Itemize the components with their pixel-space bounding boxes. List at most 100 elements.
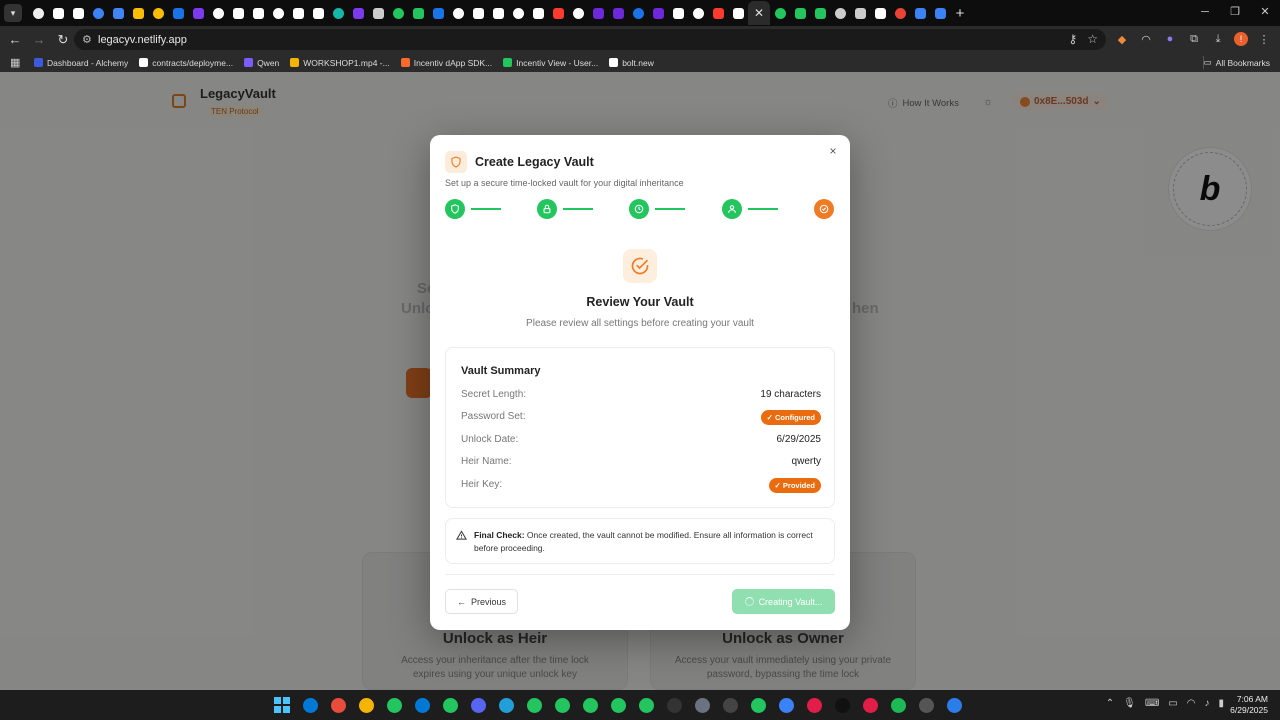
tray-chevron-up-icon[interactable]: ⌃ bbox=[1106, 698, 1114, 709]
browser-tab[interactable] bbox=[368, 1, 388, 25]
browser-tab[interactable] bbox=[88, 1, 108, 25]
browser-tab[interactable] bbox=[468, 1, 488, 25]
previous-button[interactable]: ← Previous bbox=[445, 589, 518, 614]
volume-icon[interactable]: ♪ bbox=[1204, 698, 1209, 709]
bookmark-item[interactable]: Qwen bbox=[244, 58, 279, 68]
display-icon[interactable]: ▭ bbox=[1168, 698, 1177, 709]
browser-tab[interactable] bbox=[248, 1, 268, 25]
reload-icon[interactable]: ↻ bbox=[52, 32, 74, 48]
wifi-icon[interactable]: ◠ bbox=[1187, 698, 1196, 709]
apps-grid-icon[interactable]: ▦ bbox=[10, 56, 34, 69]
browser-tab[interactable] bbox=[48, 1, 68, 25]
forward-icon[interactable]: → bbox=[28, 32, 50, 47]
browser-tab[interactable] bbox=[770, 1, 790, 25]
taskbar-app-icon[interactable] bbox=[916, 695, 936, 715]
browser-tab[interactable] bbox=[228, 1, 248, 25]
taskbar-app-icon[interactable] bbox=[664, 695, 684, 715]
browser-tab[interactable] bbox=[910, 1, 930, 25]
browser-tab[interactable] bbox=[428, 1, 448, 25]
browser-tab[interactable] bbox=[688, 1, 708, 25]
browser-tab[interactable] bbox=[148, 1, 168, 25]
minimize-icon[interactable]: ─ bbox=[1190, 0, 1220, 26]
taskbar-app-icon[interactable] bbox=[720, 695, 740, 715]
browser-tab[interactable] bbox=[348, 1, 368, 25]
taskbar-app-icon[interactable] bbox=[384, 695, 404, 715]
taskbar-app-icon[interactable] bbox=[328, 695, 348, 715]
bookmark-item[interactable]: Incentiv View - User... bbox=[503, 58, 598, 68]
microphone-icon[interactable]: 🎙 bbox=[1123, 698, 1136, 709]
password-key-icon[interactable]: ⚷ bbox=[1068, 32, 1077, 46]
browser-tab[interactable] bbox=[528, 1, 548, 25]
browser-tab[interactable] bbox=[790, 1, 810, 25]
browser-tab[interactable] bbox=[68, 1, 88, 25]
browser-tab[interactable] bbox=[708, 1, 728, 25]
taskbar-app-icon[interactable] bbox=[888, 695, 908, 715]
taskbar-app-icon[interactable] bbox=[776, 695, 796, 715]
new-tab-icon[interactable]: + bbox=[950, 5, 970, 22]
browser-tab[interactable] bbox=[628, 1, 648, 25]
site-info-icon[interactable]: ⚙ bbox=[82, 33, 98, 46]
window-close-icon[interactable]: ✕ bbox=[1250, 0, 1280, 26]
extension-purple-icon[interactable]: ● bbox=[1162, 31, 1178, 47]
browser-tab[interactable] bbox=[850, 1, 870, 25]
extension-fox-icon[interactable]: ◆ bbox=[1114, 31, 1130, 47]
browser-tab[interactable] bbox=[870, 1, 890, 25]
taskbar-app-icon[interactable] bbox=[300, 695, 320, 715]
browser-tab[interactable] bbox=[268, 1, 288, 25]
address-bar[interactable]: ⚙ legacyv.netlify.app ⚷ ☆ bbox=[74, 29, 1106, 50]
browser-tab[interactable] bbox=[568, 1, 588, 25]
active-tab[interactable]: ✕ bbox=[748, 1, 770, 25]
taskbar-app-icon[interactable] bbox=[748, 695, 768, 715]
close-tab-icon[interactable]: ✕ bbox=[754, 6, 764, 20]
windows-start-icon[interactable] bbox=[272, 695, 292, 715]
back-icon[interactable]: ← bbox=[4, 32, 26, 47]
taskbar-app-icon[interactable] bbox=[944, 695, 964, 715]
browser-tab[interactable] bbox=[328, 1, 348, 25]
bookmark-item[interactable]: contracts/deployme... bbox=[139, 58, 233, 68]
taskbar-app-icon[interactable] bbox=[440, 695, 460, 715]
taskbar-app-icon[interactable] bbox=[860, 695, 880, 715]
browser-tab[interactable] bbox=[930, 1, 950, 25]
taskbar-app-icon[interactable] bbox=[804, 695, 824, 715]
browser-tab[interactable] bbox=[188, 1, 208, 25]
browser-tab[interactable] bbox=[890, 1, 910, 25]
browser-tab[interactable] bbox=[308, 1, 328, 25]
taskbar-app-icon[interactable] bbox=[524, 695, 544, 715]
profile-avatar[interactable]: ! bbox=[1234, 32, 1248, 46]
browser-tab[interactable] bbox=[488, 1, 508, 25]
taskbar-app-icon[interactable] bbox=[468, 695, 488, 715]
keyboard-icon[interactable]: ⌨ bbox=[1145, 698, 1159, 709]
taskbar-app-icon[interactable] bbox=[636, 695, 656, 715]
taskbar-app-icon[interactable] bbox=[552, 695, 572, 715]
extensions-puzzle-icon[interactable]: ⧉ bbox=[1186, 31, 1202, 47]
browser-tab[interactable] bbox=[408, 1, 428, 25]
taskbar-app-icon[interactable] bbox=[412, 695, 432, 715]
bookmark-star-icon[interactable]: ☆ bbox=[1087, 32, 1098, 46]
browser-tab[interactable] bbox=[388, 1, 408, 25]
browser-tab[interactable] bbox=[208, 1, 228, 25]
bookmark-item[interactable]: Incentiv dApp SDK... bbox=[400, 58, 492, 68]
extension-arc-icon[interactable]: ◠ bbox=[1138, 31, 1154, 47]
browser-tab[interactable] bbox=[548, 1, 568, 25]
all-bookmarks[interactable]: ▭ All Bookmarks bbox=[1204, 57, 1270, 68]
close-icon[interactable]: × bbox=[826, 144, 840, 158]
restore-icon[interactable]: ❐ bbox=[1220, 0, 1250, 26]
browser-tab[interactable] bbox=[508, 1, 528, 25]
taskbar-clock[interactable]: 7:06 AM 6/29/2025 bbox=[1230, 694, 1268, 716]
browser-tab[interactable] bbox=[288, 1, 308, 25]
browser-tab[interactable] bbox=[608, 1, 628, 25]
tab-search-icon[interactable]: ▾ bbox=[4, 4, 22, 22]
taskbar-app-icon[interactable] bbox=[496, 695, 516, 715]
taskbar-app-icon[interactable] bbox=[832, 695, 852, 715]
download-icon[interactable]: ⤓ bbox=[1210, 31, 1226, 47]
browser-tab[interactable] bbox=[810, 1, 830, 25]
browser-tab[interactable] bbox=[728, 1, 748, 25]
browser-tab[interactable] bbox=[668, 1, 688, 25]
bookmark-item[interactable]: Dashboard - Alchemy bbox=[34, 58, 128, 68]
menu-kebab-icon[interactable]: ⋮ bbox=[1256, 31, 1272, 47]
taskbar-app-icon[interactable] bbox=[580, 695, 600, 715]
bookmark-item[interactable]: WORKSHOP1.mp4 -... bbox=[290, 58, 390, 68]
browser-tab[interactable] bbox=[588, 1, 608, 25]
browser-tab[interactable] bbox=[168, 1, 188, 25]
taskbar-app-icon[interactable] bbox=[608, 695, 628, 715]
